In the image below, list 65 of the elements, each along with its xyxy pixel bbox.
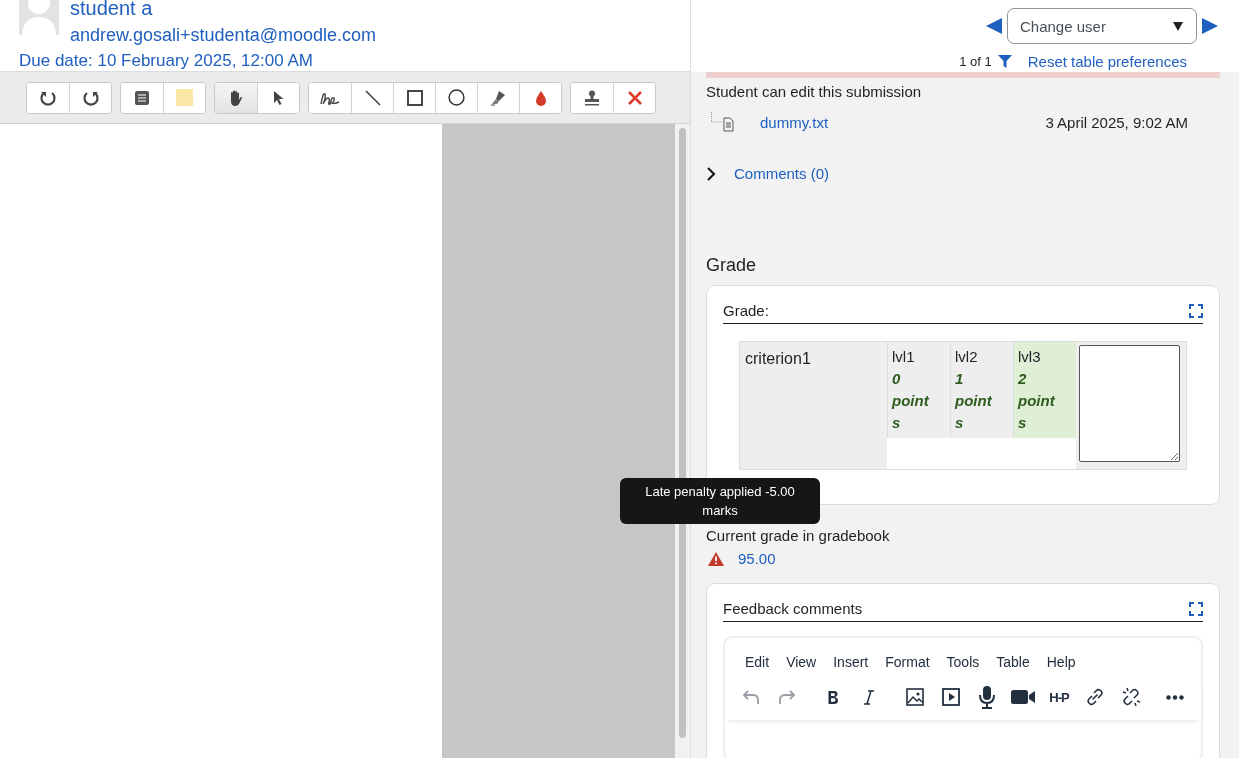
- drop-icon: [534, 89, 547, 106]
- left-triangle-icon: [985, 17, 1003, 35]
- menu-item[interactable]: Format: [885, 654, 930, 670]
- file-link[interactable]: dummy.txt: [760, 113, 829, 131]
- rectangle-icon: [406, 89, 423, 106]
- stamp-icon: [583, 89, 601, 106]
- undo-icon: [742, 689, 760, 705]
- unlink-icon: [1121, 687, 1141, 707]
- microphone-icon: [978, 685, 996, 709]
- delete-tool-button[interactable]: [613, 82, 655, 113]
- warning-icon: [708, 551, 724, 566]
- color-swatch-icon: [176, 89, 193, 106]
- due-date: Due date: 10 February 2025, 12:00 AM: [18, 51, 314, 71]
- media-icon: [942, 688, 960, 706]
- redo-icon: [778, 689, 796, 705]
- student-name-link[interactable]: student a: [70, 0, 376, 19]
- user-count: 1 of 1: [959, 54, 992, 69]
- line-icon: [364, 89, 381, 106]
- bold-icon: [827, 689, 839, 705]
- italic-icon: [863, 689, 875, 705]
- tooltip: Late penalty applied -5.00 marks: [620, 478, 820, 524]
- fullscreen-icon[interactable]: [1189, 601, 1203, 616]
- fullscreen-icon[interactable]: [1189, 303, 1203, 318]
- criterion-name: criterion1: [744, 349, 812, 369]
- feedback-label: Feedback comments: [723, 600, 863, 617]
- menu-item[interactable]: Edit: [745, 654, 770, 670]
- menu-item[interactable]: Help: [1046, 654, 1076, 670]
- file-date: 3 April 2025, 9:02 AM: [1045, 113, 1188, 131]
- menu-item[interactable]: View: [786, 654, 817, 670]
- menu-item[interactable]: Insert: [833, 654, 869, 670]
- current-grade-label: Current grade in gradebook: [706, 527, 891, 544]
- delete-icon: [626, 89, 643, 106]
- student-email-link[interactable]: andrew.gosali+studenta@moodle.com: [70, 24, 376, 46]
- circle-icon: [448, 89, 465, 106]
- grade-label: Grade:: [723, 302, 769, 319]
- chevron-right-icon[interactable]: [706, 166, 716, 181]
- file-tree-icon: [710, 112, 736, 132]
- image-icon: [906, 688, 924, 706]
- filter-icon[interactable]: [997, 55, 1012, 68]
- menu-item[interactable]: Tools: [946, 654, 980, 670]
- comment-icon: [134, 89, 150, 106]
- link-icon: [1086, 688, 1104, 706]
- menu-item[interactable]: Table: [996, 654, 1030, 670]
- swatch-tool-button[interactable]: [163, 82, 205, 113]
- rotate-right-tool-button[interactable]: [69, 82, 111, 113]
- next-user-button[interactable]: [1201, 17, 1219, 35]
- remark-field[interactable]: [1079, 345, 1180, 462]
- change-user-select[interactable]: Change user: [1007, 8, 1197, 44]
- video-camera-icon: [1010, 689, 1036, 705]
- h5p-button[interactable]: H-P: [1046, 683, 1072, 711]
- pointer-icon: [272, 89, 285, 106]
- grade-heading: Grade: [706, 255, 758, 276]
- caret-icon: [1172, 20, 1184, 32]
- grade-value-link[interactable]: 95.00: [738, 550, 776, 567]
- pointer-tool-button[interactable]: [257, 82, 299, 113]
- submission-status: Student can edit this submission: [706, 83, 923, 100]
- rubric-level[interactable]: lvl3 2 points: [1013, 342, 1076, 438]
- right-triangle-icon: [1201, 17, 1219, 35]
- comments-link[interactable]: Comments (0): [734, 165, 830, 182]
- highlighter-icon: [490, 89, 507, 106]
- previous-user-button[interactable]: [985, 17, 1003, 35]
- hand-tool-button[interactable]: [215, 82, 257, 113]
- drop-tool-button[interactable]: [519, 82, 561, 113]
- more-icon: [1166, 694, 1184, 700]
- reset-preferences-link[interactable]: Reset table preferences: [1027, 53, 1187, 70]
